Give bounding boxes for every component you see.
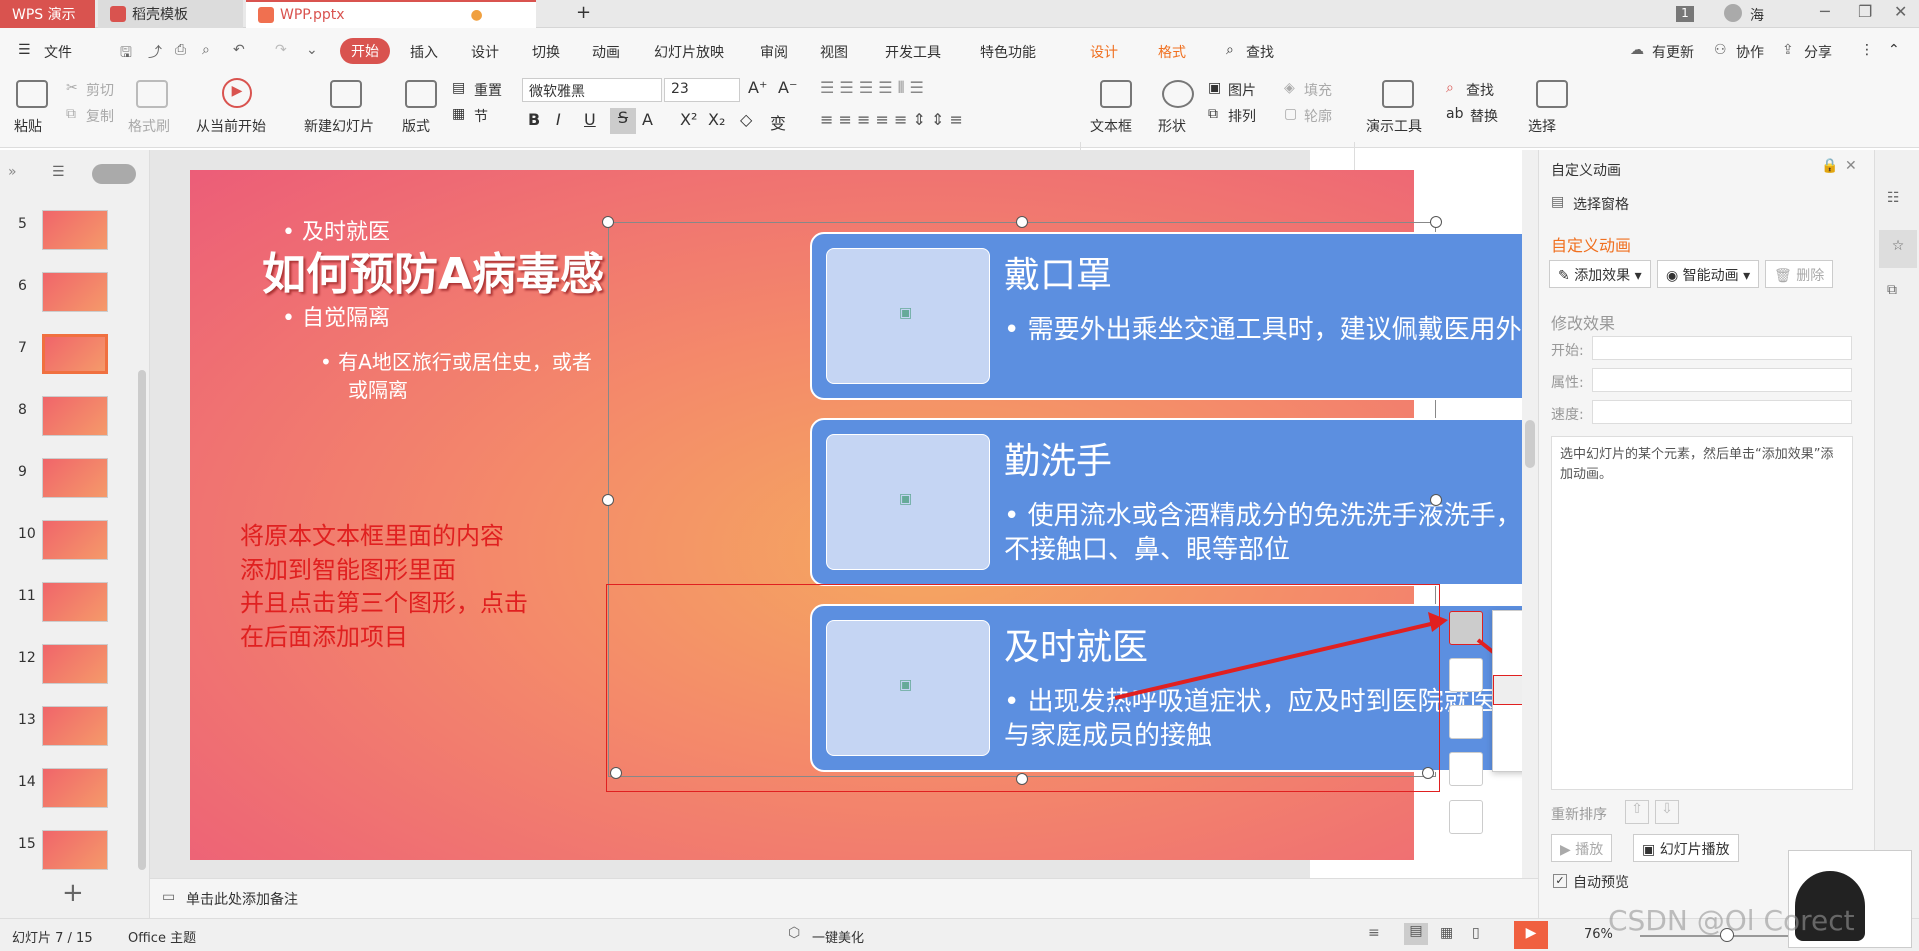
watermark: CSDN @Ol Corect — [1608, 904, 1855, 937]
slideshow-button[interactable]: ▣ 幻灯片播放 — [1633, 834, 1739, 862]
smart-animation-button[interactable]: ◉ 智能动画 ▾ — [1657, 260, 1760, 288]
custom-animation-panel: 自定义动画 🔒 ✕ ▤ 选择窗格 自定义动画 ✎ 添加效果 ▾ ◉ 智能动画 ▾… — [1538, 150, 1874, 920]
scroll-thumb[interactable] — [1525, 420, 1535, 468]
move-up-icon[interactable]: ⇧ — [1625, 800, 1649, 824]
selection-pane-button[interactable]: 选择窗格 — [1573, 194, 1629, 214]
notes-placeholder[interactable]: 单击此处添加备注 — [186, 889, 298, 909]
beautify-button[interactable]: 一键美化 — [812, 927, 864, 946]
beautify-icon: ⬡ — [788, 925, 801, 941]
slideshow-play-icon[interactable]: ▶ — [1514, 921, 1548, 949]
normal-view-icon[interactable]: ▤ — [1404, 923, 1428, 945]
delete-button[interactable]: 🗑 删除 — [1765, 260, 1834, 288]
notes-bar[interactable]: ▭ 单击此处添加备注 — [150, 878, 1538, 918]
section-title: 自定义动画 — [1551, 236, 1632, 255]
property-select[interactable] — [1592, 368, 1852, 392]
play-button[interactable]: ▶ 播放 — [1551, 834, 1613, 862]
property-label: 属性: — [1551, 375, 1584, 391]
auto-preview-label: 自动预览 — [1573, 875, 1629, 891]
settings-sliders-icon[interactable]: ☷ — [1887, 190, 1900, 206]
theme-name[interactable]: Office 主题 — [128, 927, 196, 946]
speed-select[interactable] — [1592, 400, 1852, 424]
start-select[interactable] — [1592, 336, 1852, 360]
canvas-scrollbar[interactable] — [1522, 150, 1538, 878]
arrow-head — [1428, 612, 1448, 632]
transition-icon[interactable]: ⧉ — [1887, 282, 1897, 298]
slide-position: 幻灯片 7 / 15 — [12, 931, 93, 946]
arrow-line — [1114, 621, 1436, 700]
sorter-view-icon[interactable]: ▦ — [1440, 925, 1453, 941]
lock-icon[interactable]: 🔒 — [1821, 158, 1838, 174]
move-down-icon[interactable]: ⇩ — [1655, 800, 1679, 824]
modify-effect-label: 修改效果 — [1551, 314, 1616, 333]
reading-view-icon[interactable]: ▯ — [1472, 925, 1480, 941]
notes-icon: ▭ — [162, 889, 176, 905]
animation-list[interactable]: 选中幻灯片的某个元素，然后单击“添加效果”添加动画。 — [1551, 436, 1853, 790]
start-label: 开始: — [1551, 343, 1584, 359]
panel-close-icon[interactable]: ✕ — [1845, 158, 1857, 174]
selection-pane-icon: ▤ — [1551, 194, 1565, 210]
panel-header[interactable]: 自定义动画 — [1551, 160, 1621, 180]
reorder-label: 重新排序 — [1551, 807, 1607, 823]
auto-preview-checkbox[interactable]: ✓ — [1553, 874, 1567, 888]
speed-label: 速度: — [1551, 407, 1584, 423]
side-rail: ☷ ☆ ⧉ — [1874, 150, 1919, 920]
add-effect-button[interactable]: ✎ 添加效果 ▾ — [1549, 260, 1651, 288]
animation-star-icon[interactable]: ☆ — [1879, 230, 1917, 268]
notes-toggle-icon[interactable]: ≡ — [1368, 925, 1380, 941]
